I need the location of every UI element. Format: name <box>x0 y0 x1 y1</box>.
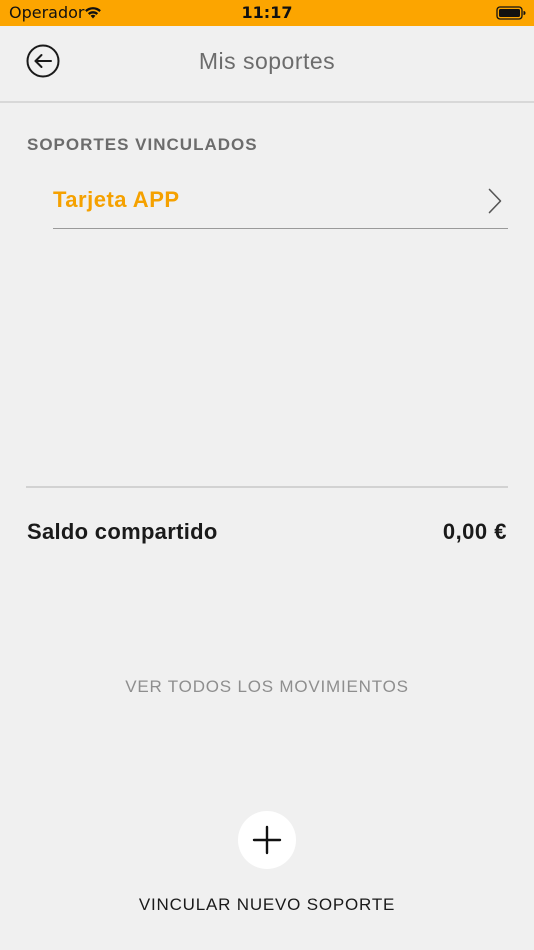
screen: Operador 11:17 Mis soportes SOPORTES VIN… <box>0 0 534 950</box>
battery-full-icon <box>496 6 526 20</box>
plus-icon <box>252 825 282 855</box>
section-heading: SOPORTES VINCULADOS <box>27 135 258 154</box>
add-support-button[interactable] <box>238 811 296 869</box>
support-item-label: Tarjeta APP <box>53 187 180 212</box>
divider <box>26 486 508 488</box>
balance-value: 0,00 € <box>442 519 507 544</box>
add-support-label[interactable]: VINCULAR NUEVO SOPORTE <box>0 894 534 916</box>
view-all-movements-link[interactable]: VER TODOS LOS MOVIMIENTOS <box>0 676 534 698</box>
status-time: 11:17 <box>241 3 293 22</box>
balance-label: Saldo compartido <box>27 519 218 544</box>
chevron-right-icon <box>488 188 502 214</box>
page-title: Mis soportes <box>198 48 336 74</box>
nav-header: Mis soportes <box>0 26 534 103</box>
support-item-tarjeta-app[interactable]: Tarjeta APP <box>53 178 508 229</box>
status-bar: Operador 11:17 <box>0 0 534 26</box>
